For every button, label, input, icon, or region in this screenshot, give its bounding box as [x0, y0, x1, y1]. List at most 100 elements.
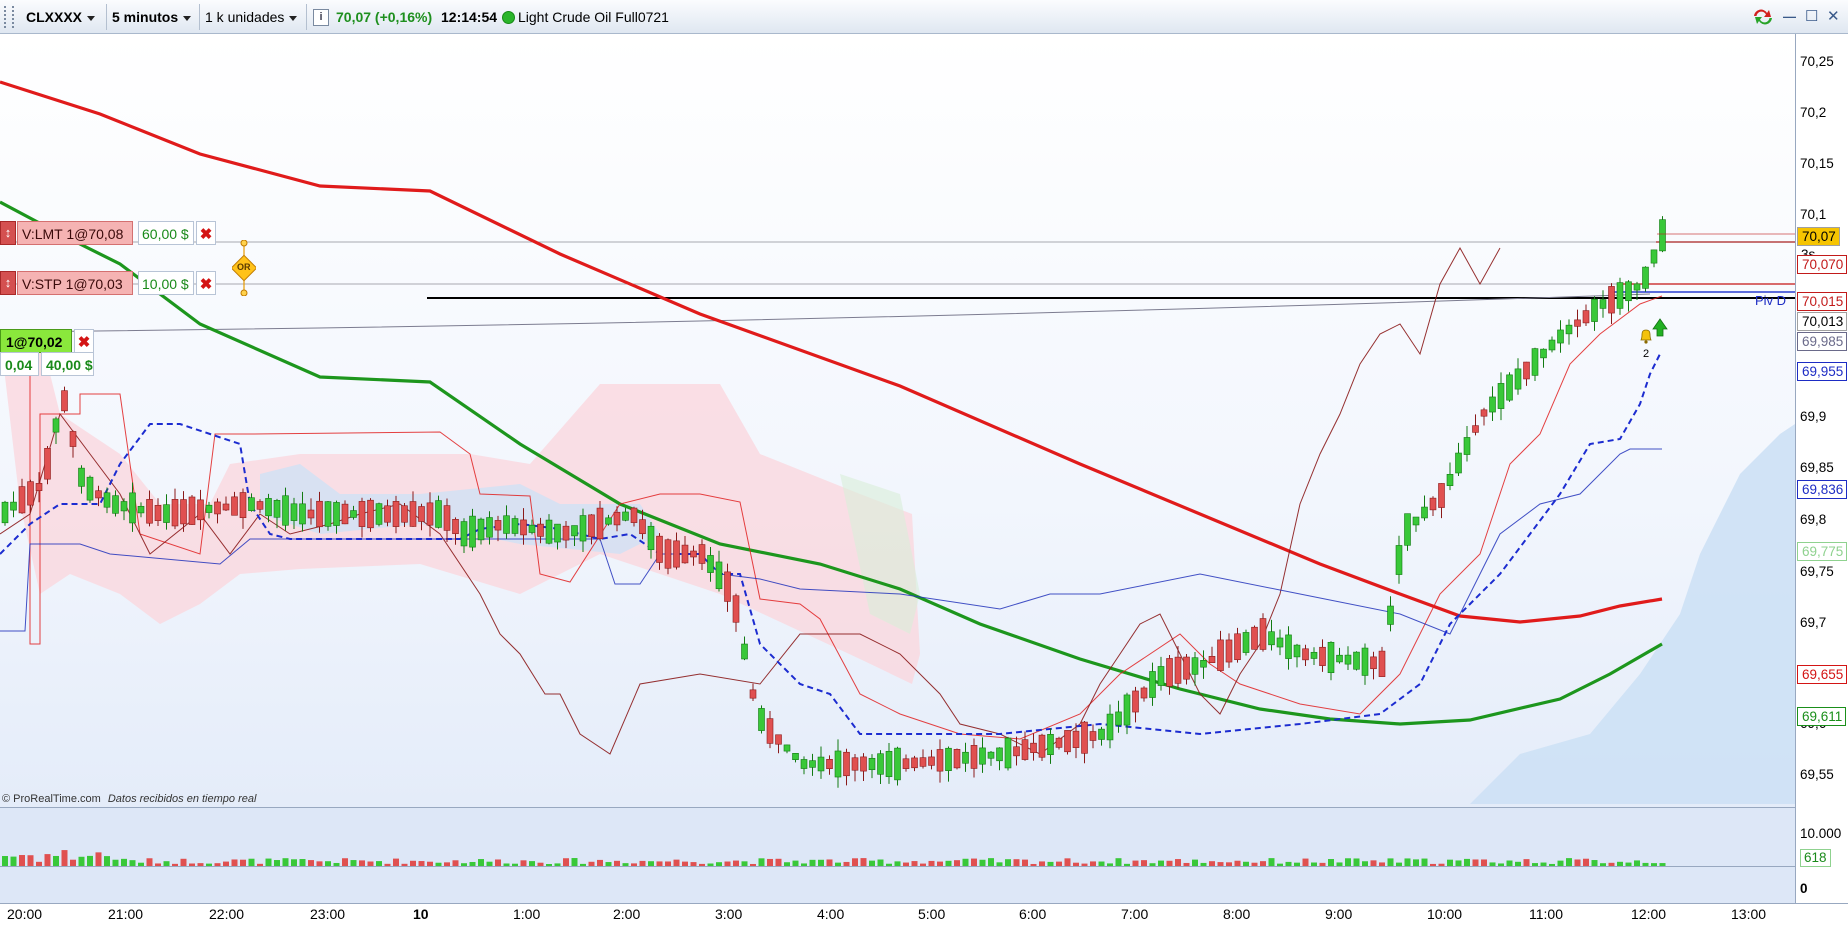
price-tag: 69,655 [1797, 665, 1848, 684]
candle-body [1557, 329, 1564, 344]
limit-order-pnl: 60,00 $ [138, 221, 194, 245]
close-position-button[interactable]: ✖ [74, 329, 94, 353]
candle-body [1200, 660, 1207, 668]
candle-body [1293, 644, 1301, 658]
volume-bar [1625, 862, 1632, 866]
units-selector[interactable]: 1 k unidades [205, 5, 298, 29]
volume-bar [1396, 862, 1402, 866]
symbol-selector[interactable]: CLXXXX [26, 5, 96, 29]
candle-body [571, 525, 578, 537]
cancel-stop-order-button[interactable]: ✖ [196, 271, 216, 295]
candle-body [996, 747, 1003, 762]
alert-bell-icon[interactable] [1639, 328, 1653, 344]
time-tick-label: 4:00 [817, 906, 845, 922]
minimize-button[interactable]: — [1783, 5, 1796, 29]
cancel-limit-order-button[interactable]: ✖ [196, 221, 216, 245]
candle-body [231, 496, 238, 516]
volume-bar [325, 861, 331, 866]
maximize-button[interactable]: ☐ [1805, 5, 1818, 29]
volume-bar [869, 860, 875, 866]
candle-body [1310, 651, 1318, 659]
volume-bar [1370, 860, 1377, 866]
volume-bar [971, 858, 977, 866]
volume-bar [1455, 860, 1462, 866]
info-icon[interactable]: i [313, 9, 329, 26]
candle-body [1531, 348, 1539, 376]
volume-bar [809, 859, 816, 866]
candle-body [1115, 711, 1122, 726]
oco-link-icon[interactable]: OR [230, 239, 258, 297]
candle-body [1251, 626, 1258, 650]
volume-bar [1234, 860, 1241, 866]
volume-bar [988, 858, 994, 866]
candle-body [1208, 656, 1216, 663]
candle-body [69, 431, 77, 447]
candle-body [817, 756, 825, 772]
volume-bar [750, 863, 756, 866]
volume-bar [240, 859, 246, 866]
candle-body [358, 501, 366, 527]
drag-updown-icon[interactable]: ↕ [0, 271, 16, 295]
volume-bar [699, 863, 705, 866]
volume-bar [104, 856, 110, 866]
close-button[interactable]: ✕ [1827, 5, 1840, 29]
candle-body [95, 490, 102, 499]
volume-bar [937, 861, 943, 866]
volume-bar [1472, 859, 1479, 866]
volume-bar [1124, 863, 1130, 866]
candle-body [1268, 631, 1275, 646]
candle-body [452, 519, 459, 534]
candle-body [426, 502, 434, 526]
candle-body [630, 507, 638, 523]
candle-body [469, 515, 476, 548]
volume-bar [1200, 862, 1207, 866]
time-tick-label: 20:00 [7, 906, 43, 922]
alert-count: 2 [1643, 348, 1650, 360]
volume-bar [367, 861, 374, 866]
candle-body [664, 539, 672, 569]
candle-body [715, 561, 723, 590]
volume-bar [1481, 859, 1487, 866]
volume-bar [384, 863, 391, 866]
volume-bar [1175, 859, 1181, 866]
candle-body [418, 506, 425, 522]
candle-body [180, 499, 187, 525]
candle-body [1217, 639, 1224, 671]
candle-body [1395, 545, 1403, 575]
volume-bar [1353, 858, 1360, 866]
volume-bar [1005, 859, 1011, 866]
drag-handle-icon[interactable] [4, 5, 18, 29]
volume-bar [546, 863, 552, 866]
position-label[interactable]: 1@70,02 [0, 329, 72, 353]
volume-bar [274, 860, 280, 866]
volume-bar [1447, 859, 1453, 866]
candle-body [1565, 324, 1573, 335]
volume-bar [1608, 862, 1615, 866]
candle-body [919, 757, 927, 767]
candle-body [197, 499, 204, 521]
candle-body [1361, 647, 1369, 676]
candle-body [868, 757, 876, 771]
volume-bar [996, 862, 1003, 866]
volume-bar [427, 861, 433, 866]
volume-bar [223, 861, 229, 866]
volume-bar [1056, 861, 1062, 866]
candle-body [962, 751, 969, 764]
limit-order-label[interactable]: V:LMT 1@70,08 [17, 221, 133, 245]
clock-time: 12:14:54 [441, 9, 498, 25]
price-tick-label: 69,9 [1800, 409, 1827, 424]
volume-axis-zero-label: 0 [1800, 881, 1808, 896]
time-tick-label: 22:00 [209, 906, 245, 922]
volume-bar [1430, 863, 1436, 866]
volume-bar [87, 855, 93, 866]
candle-body [1497, 383, 1505, 409]
buy-arrow-icon [1652, 318, 1668, 337]
candle-body [1599, 299, 1607, 309]
timeframe-selector[interactable]: 5 minutos [112, 5, 192, 29]
candle-body [171, 499, 179, 527]
candle-body [18, 486, 26, 514]
sync-arrows-icon[interactable] [1750, 7, 1776, 27]
stop-order-label[interactable]: V:STP 1@70,03 [17, 271, 133, 295]
candle-body [239, 492, 247, 519]
drag-updown-icon[interactable]: ↕ [0, 221, 16, 245]
